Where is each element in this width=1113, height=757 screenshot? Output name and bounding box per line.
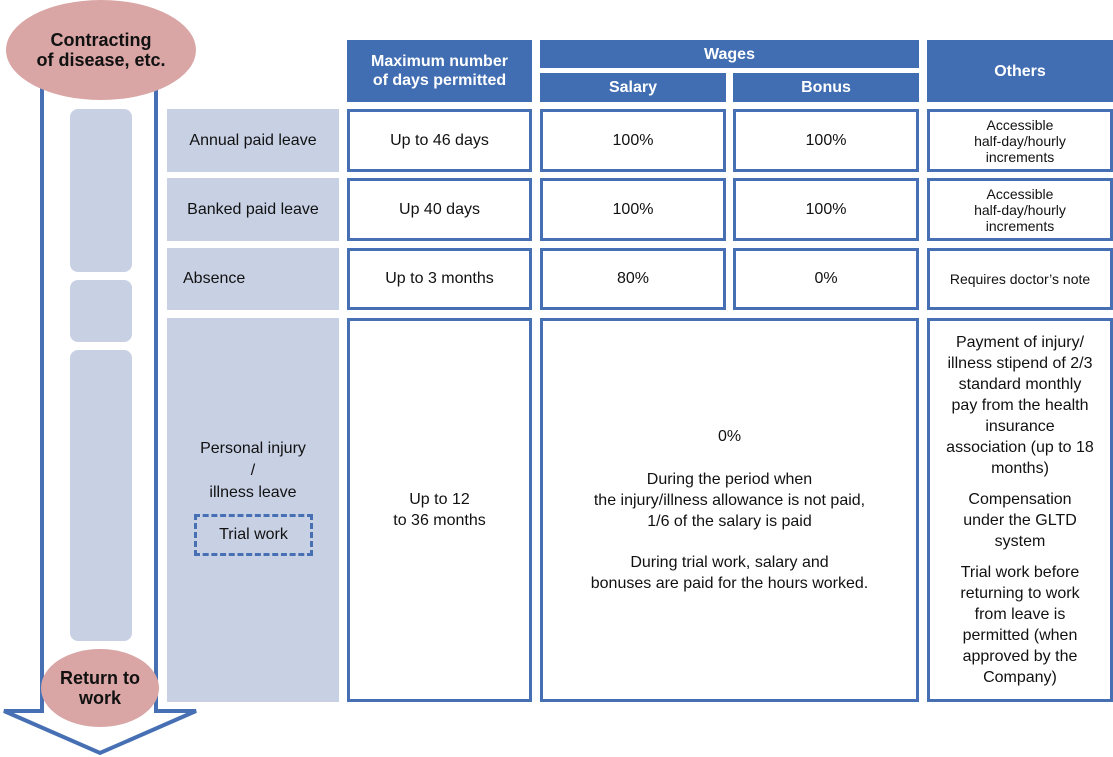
cell-absence-others: Requires doctor’s note: [927, 248, 1113, 310]
wages-para-rate: 0%: [718, 426, 741, 447]
others-line: system: [994, 533, 1046, 550]
end-oval-line-2: work: [78, 688, 121, 708]
row-label-banked-paid-leave: Banked paid leave: [167, 178, 339, 241]
row-label-absence: Absence: [167, 248, 339, 310]
header-max-days: Maximum number of days permitted: [347, 40, 532, 102]
others-line: Payment of injury/: [955, 334, 1085, 351]
cell-banked-bonus: 100%: [733, 178, 919, 241]
end-oval: Return to work: [41, 649, 159, 727]
header-wages: Wages: [540, 40, 919, 68]
cell-absence-salary: 80%: [540, 248, 726, 310]
header-max-days-line-2: of days permitted: [372, 72, 507, 89]
wages-para-trial-work: During trial work, salary and bonuses ar…: [591, 552, 869, 594]
cell-banked-others-line: Accessible: [986, 185, 1054, 202]
others-line: Company): [983, 669, 1057, 686]
others-line: under the GLTD: [963, 512, 1077, 529]
cell-banked-others-line: increments: [985, 217, 1055, 234]
wages-para-allowance: During the period when the injury/illnes…: [594, 469, 865, 532]
cell-injury-others: Payment of injury/ illness stipend of 2/…: [927, 318, 1113, 702]
others-line: from leave is: [974, 606, 1066, 623]
period-bar-annual-banked: [70, 109, 132, 272]
injury-label-line: /: [250, 462, 256, 479]
header-bonus: Bonus: [733, 73, 919, 102]
cell-annual-others-line: Accessible: [986, 116, 1054, 133]
cell-injury-max-days-line: to 36 months: [393, 512, 486, 529]
row-label-injury-illness-leave: Personal injury / illness leave Trial wo…: [167, 318, 339, 702]
cell-banked-max-days: Up 40 days: [347, 178, 532, 241]
wages-line: 1/6 of the salary is paid: [647, 513, 812, 530]
cell-banked-salary: 100%: [540, 178, 726, 241]
others-line: standard monthly: [958, 376, 1082, 393]
others-line: approved by the: [962, 648, 1078, 665]
injury-label-text: Personal injury / illness leave: [167, 438, 339, 504]
others-line: permitted (when: [962, 627, 1078, 644]
injury-label-line: illness leave: [209, 484, 297, 501]
row-label-annual-paid-leave: Annual paid leave: [167, 109, 339, 172]
others-para-gltd: Compensation under the GLTD system: [963, 489, 1077, 552]
start-oval-line-1: Contracting: [50, 30, 152, 50]
period-bar-absence: [70, 280, 132, 342]
cell-banked-others: Accessible half-day/hourly increments: [927, 178, 1113, 241]
period-bar-injury-leave: [70, 350, 132, 641]
others-para-trial-work: Trial work before returning to work from…: [960, 562, 1079, 688]
others-line: returning to work: [960, 585, 1080, 602]
wages-line: During trial work, salary and: [630, 554, 829, 571]
header-max-days-line-1: Maximum number: [371, 53, 508, 70]
header-others: Others: [927, 40, 1113, 102]
wages-line: bonuses are paid for the hours worked.: [590, 575, 869, 592]
trial-work-box: Trial work: [194, 514, 313, 556]
cell-injury-max-days-line: Up to 12: [409, 491, 470, 508]
wages-line: 0%: [717, 428, 742, 445]
wages-line: During the period when: [646, 471, 813, 488]
end-oval-line-1: Return to: [60, 668, 140, 688]
start-oval: Contracting of disease, etc.: [6, 0, 196, 100]
start-oval-line-2: of disease, etc.: [36, 50, 166, 70]
injury-label-line: Personal injury: [200, 440, 306, 457]
wages-line: the injury/illness allowance is not paid…: [593, 492, 866, 509]
cell-absence-max-days: Up to 3 months: [347, 248, 532, 310]
cell-annual-bonus: 100%: [733, 109, 919, 172]
cell-absence-bonus: 0%: [733, 248, 919, 310]
others-line: Compensation: [968, 491, 1072, 508]
cell-banked-others-line: half-day/hourly: [974, 201, 1066, 218]
cell-annual-max-days: Up to 46 days: [347, 109, 532, 172]
cell-annual-others: Accessible half-day/hourly increments: [927, 109, 1113, 172]
others-line: insurance: [985, 418, 1055, 435]
others-line: pay from the health: [951, 397, 1089, 414]
cell-annual-others-line: half-day/hourly: [974, 132, 1066, 149]
others-line: association (up to 18: [946, 439, 1094, 456]
cell-annual-others-line: increments: [985, 148, 1055, 165]
others-para-stipend: Payment of injury/ illness stipend of 2/…: [946, 332, 1094, 479]
cell-annual-salary: 100%: [540, 109, 726, 172]
cell-injury-wages: 0% During the period when the injury/ill…: [540, 318, 919, 702]
cell-injury-max-days: Up to 12 to 36 months: [347, 318, 532, 702]
others-line: Trial work before: [960, 564, 1080, 581]
others-line: illness stipend of 2/3: [947, 355, 1093, 372]
others-line: months): [991, 460, 1049, 477]
header-salary: Salary: [540, 73, 726, 102]
